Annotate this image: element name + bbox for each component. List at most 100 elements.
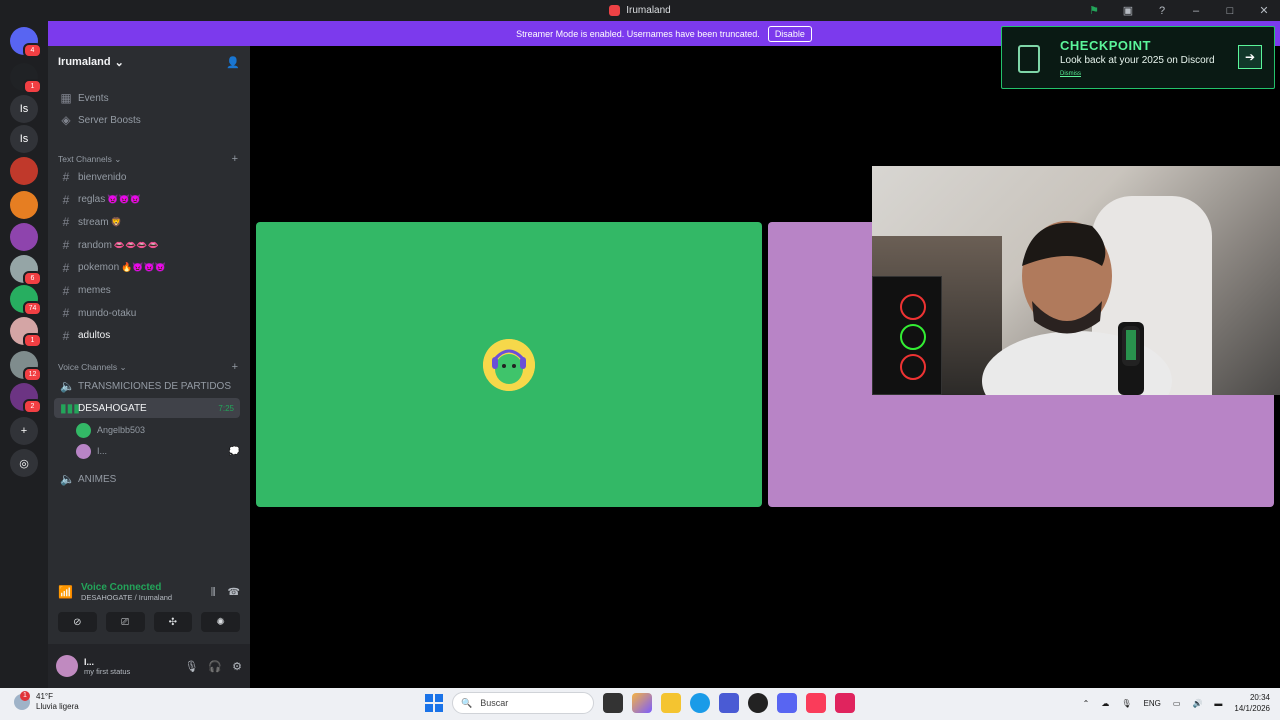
voice-connected-subtitle[interactable]: DESAHOGATE / Irumaland: [81, 593, 172, 602]
app-icon[interactable]: [748, 693, 768, 713]
channel-emoji: 🦁: [110, 216, 122, 227]
dismiss-link[interactable]: Dismiss: [1060, 71, 1081, 77]
temperature: 41°F: [36, 692, 53, 701]
camera-off-button[interactable]: ⊘: [58, 612, 97, 632]
battery-icon[interactable]: ▬: [1214, 699, 1222, 708]
channel-name: random: [78, 239, 112, 251]
tiktok-icon[interactable]: [835, 693, 855, 713]
server-icon-7[interactable]: 6: [10, 255, 42, 286]
notification-badge: 1: [23, 333, 42, 348]
add-server-icon[interactable]: +: [10, 417, 38, 445]
text-channels-category[interactable]: Text Channels ⌄ +: [58, 152, 238, 166]
webcam-stream[interactable]: [872, 166, 1280, 431]
screen-share-button[interactable]: ⎚: [105, 612, 145, 632]
file-explorer-icon[interactable]: [661, 693, 681, 713]
channel-name: bienvenido: [78, 171, 127, 183]
text-category-label: Text Channels: [58, 153, 112, 164]
voice-stage: [250, 46, 1280, 688]
search-placeholder: Buscar: [480, 698, 509, 708]
close-button[interactable]: ✕: [1256, 4, 1272, 17]
disconnect-icon[interactable]: ☎: [228, 587, 240, 598]
disable-streamer-mode-button[interactable]: Disable: [767, 25, 812, 42]
display-icon[interactable]: ▭: [1173, 699, 1181, 708]
start-button[interactable]: [425, 694, 443, 712]
microphone-icon[interactable]: 🎙: [184, 660, 198, 673]
voice-channel-desahogate[interactable]: ▮▮▮ DESAHOGATE 7:25: [54, 398, 240, 418]
chevron-up-icon[interactable]: ⌃: [1083, 699, 1090, 708]
voice-channel-animes[interactable]: 🔈 ANIMES: [54, 469, 244, 489]
participant-tile[interactable]: [256, 222, 762, 507]
taskbar-search[interactable]: 🔍 Buscar: [452, 692, 594, 714]
server-icon-0[interactable]: 4: [10, 27, 42, 58]
text-channel-random[interactable]: # random 👄👄👄👄: [54, 235, 244, 255]
clock[interactable]: 20:34 14/1/2026: [1234, 692, 1270, 714]
discord-taskbar-icon[interactable]: [777, 693, 797, 713]
arrow-right-icon[interactable]: ➔: [1238, 45, 1262, 69]
minimize-button[interactable]: –: [1188, 5, 1204, 17]
discover-icon[interactable]: ◎: [10, 449, 38, 477]
hashtag-icon: #: [62, 283, 70, 298]
text-channel-stream[interactable]: # stream 🦁: [54, 212, 244, 232]
text-channel-adultos[interactable]: # adultos: [54, 326, 244, 346]
hashtag-icon: #: [62, 306, 70, 321]
music-icon[interactable]: [806, 693, 826, 713]
voice-channels-category[interactable]: Voice Channels ⌄ +: [58, 360, 238, 374]
maximize-button[interactable]: □: [1222, 5, 1238, 17]
events-item[interactable]: ▦ Events: [54, 88, 244, 108]
voice-active-icon: ▮▮▮: [60, 401, 80, 415]
voice-user[interactable]: I... 💭: [76, 442, 240, 460]
help-icon[interactable]: ?: [1154, 5, 1170, 17]
voice-user[interactable]: Angelbb503: [76, 421, 145, 439]
server-icon-4[interactable]: [10, 157, 38, 185]
server-icon-1[interactable]: 1: [10, 63, 42, 94]
text-channel-reglas[interactable]: # reglas 👿👿👿: [54, 190, 244, 210]
hashtag-icon: #: [62, 328, 70, 343]
screen-share-icon: ⎚: [121, 616, 130, 628]
avatar[interactable]: [56, 655, 78, 677]
server-icon-10[interactable]: 12: [10, 351, 42, 382]
voice-channel-transmiciones[interactable]: 🔈 TRANSMICIONES DE PARTIDOS: [54, 376, 244, 396]
notification-badge: 2: [23, 399, 42, 414]
noise-suppression-icon[interactable]: ⫼: [211, 587, 216, 598]
volume-icon[interactable]: 🔊: [1192, 699, 1202, 708]
server-icon-3[interactable]: Is: [10, 125, 38, 153]
server-icon-5[interactable]: [10, 191, 38, 219]
activities-button[interactable]: ✣: [153, 612, 193, 632]
soundboard-button[interactable]: ✺: [201, 612, 240, 632]
flag-icon[interactable]: ⚑: [1086, 4, 1102, 17]
server-icon-8[interactable]: 74: [10, 285, 42, 316]
server-icon-2[interactable]: Is: [10, 95, 38, 123]
hashtag-icon: #: [62, 192, 70, 207]
server-icon-11[interactable]: 2: [10, 383, 42, 414]
inbox-icon[interactable]: ▣: [1120, 4, 1136, 17]
calendar-icon: ▦: [60, 91, 72, 105]
server-icon-6[interactable]: [10, 223, 38, 251]
task-view-icon[interactable]: [603, 693, 623, 713]
text-channel-memes[interactable]: # memes: [54, 281, 244, 301]
add-channel-icon[interactable]: +: [232, 361, 238, 373]
headphones-icon[interactable]: 🎧: [208, 660, 222, 673]
gear-icon[interactable]: ⚙: [232, 660, 242, 673]
weather-widget[interactable]: 1 41°F Lluvia ligera: [14, 691, 79, 712]
network-icon[interactable]: ☁: [1101, 699, 1109, 708]
add-channel-icon[interactable]: +: [232, 153, 238, 165]
microphone-icon[interactable]: 🎙: [1121, 699, 1131, 708]
edge-icon[interactable]: [690, 693, 710, 713]
copilot-icon[interactable]: [632, 693, 652, 713]
checkpoint-title: CHECKPOINT: [1060, 38, 1151, 53]
speaker-icon: 🔈: [60, 379, 75, 393]
app-icon[interactable]: [719, 693, 739, 713]
guild-header[interactable]: Irumaland ⌄ 👤: [48, 46, 250, 78]
invite-user-icon[interactable]: 👤: [226, 56, 240, 69]
server-boosts-item[interactable]: ◈ Server Boosts: [54, 110, 244, 130]
checkpoint-promo[interactable]: CHECKPOINT Look back at your 2025 on Dis…: [1001, 26, 1275, 89]
server-icon-9[interactable]: 1: [10, 317, 42, 348]
search-icon: 🔍: [461, 697, 473, 708]
notification-badge: 4: [23, 43, 42, 58]
text-channel-pokemon[interactable]: # pokemon 🔥👿👿👿: [54, 258, 244, 278]
text-channel-bienvenido[interactable]: # bienvenido: [54, 167, 244, 187]
checkpoint-subtitle: Look back at your 2025 on Discord: [1060, 55, 1215, 66]
text-channel-mundo-otaku[interactable]: # mundo-otaku: [54, 303, 244, 323]
language-indicator[interactable]: ENG: [1144, 699, 1161, 708]
user-panel: I... my first status 🎙 🎧 ⚙: [48, 644, 250, 688]
